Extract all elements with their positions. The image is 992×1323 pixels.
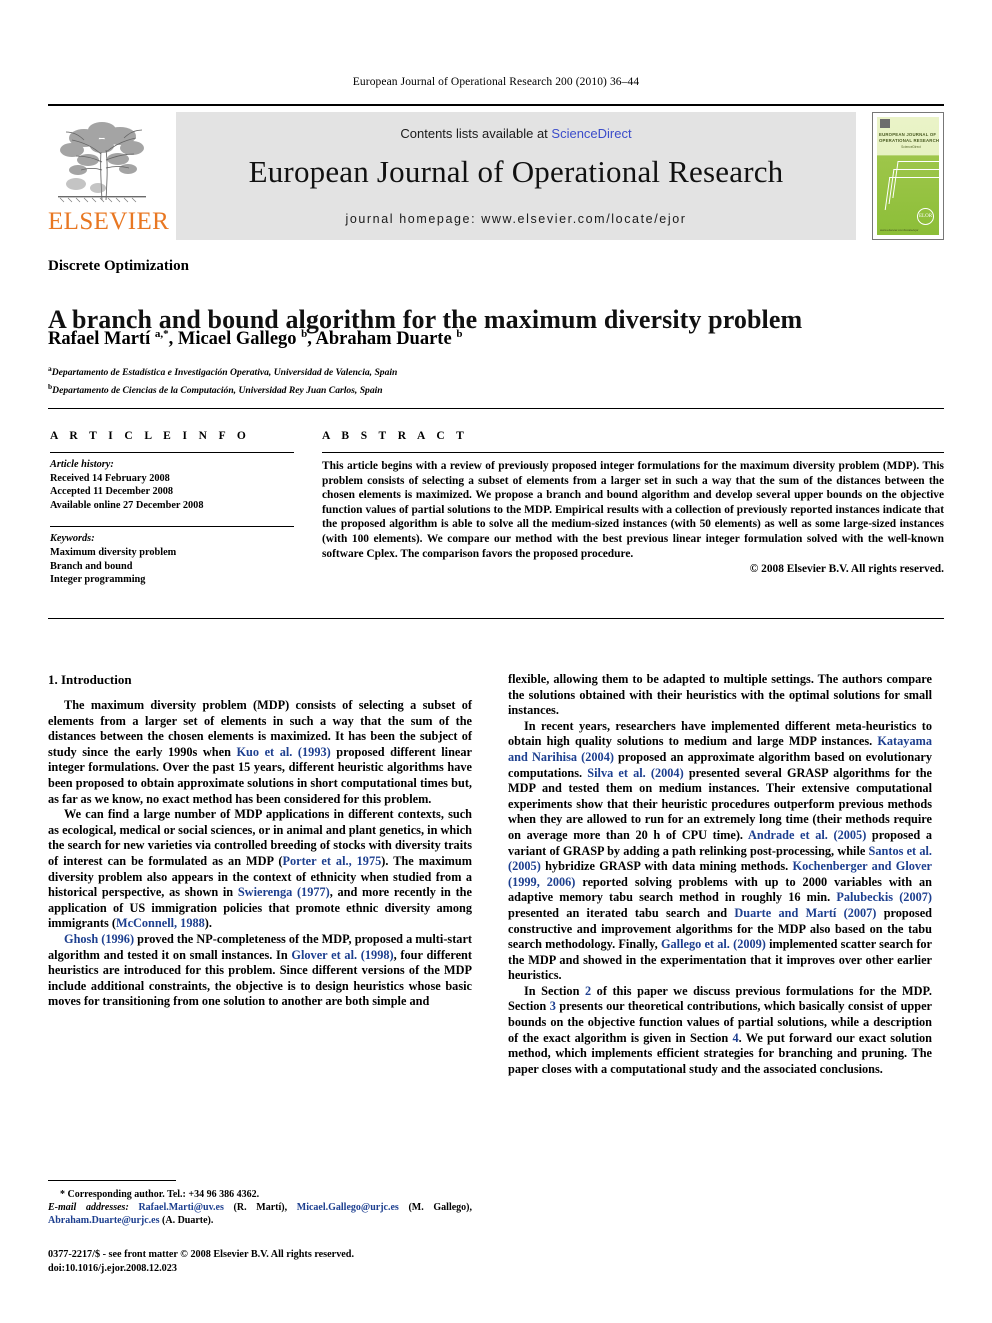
info-divider-top [48, 408, 944, 409]
body-paragraph: We can find a large number of MDP applic… [48, 807, 472, 931]
cover-subtitle: ScienceDirect [901, 145, 921, 149]
article-history-block: Article history: Received 14 February 20… [50, 453, 294, 512]
history-accepted: Accepted 11 December 2008 [50, 486, 174, 498]
masthead-banner: Contents lists available at ScienceDirec… [176, 112, 856, 240]
cover-url: www.elsevier.com/locate/ejor [880, 228, 919, 232]
cover-graphic-stripe-3 [884, 177, 939, 210]
contents-prefix: Contents lists available at [400, 126, 552, 141]
elsevier-tree-icon [54, 112, 150, 208]
footnote-block: * Corresponding author. Tel.: +34 96 386… [48, 1188, 472, 1228]
imprint-block: 0377-2217/$ - see front matter © 2008 El… [48, 1248, 508, 1275]
citation-link[interactable]: Glover et al. (1998) [291, 948, 393, 962]
body-paragraph: Ghosh (1996) proved the NP-completeness … [48, 931, 472, 1009]
citation-link[interactable]: 2 [585, 984, 591, 998]
cover-publisher-mark [880, 119, 890, 128]
citation-link[interactable]: Gallego et al. (2009) [661, 937, 766, 951]
footnote-divider [48, 1180, 176, 1181]
email-label: E-mail addresses: [48, 1202, 129, 1214]
right-paragraph-container: flexible, allowing them to be adapted to… [508, 672, 932, 1077]
cover-title-line1: EUROPEAN JOURNAL OF [879, 132, 937, 137]
body-column-right: flexible, allowing them to be adapted to… [508, 672, 932, 1077]
citation-link[interactable]: Porter et al., 1975 [282, 854, 381, 868]
author-list: Rafael Martí a,*, Micael Gallego b, Abra… [48, 328, 463, 350]
affiliation-item: aDepartamento de Estadística e Investiga… [48, 364, 398, 379]
contents-available-line: Contents lists available at ScienceDirec… [176, 126, 856, 141]
corresponding-author-note: * Corresponding author. Tel.: +34 96 386… [60, 1189, 260, 1200]
email-link[interactable]: Abraham.Duarte@urjc.es [48, 1215, 160, 1226]
cover-title-line2: OPERATIONAL RESEARCH [879, 138, 939, 143]
email-link[interactable]: Rafael.Marti@uv.es [138, 1202, 223, 1213]
citation-link[interactable]: McConnell, 1988 [116, 916, 205, 930]
body-paragraph: flexible, allowing them to be adapted to… [508, 672, 932, 718]
citation-link[interactable]: Duarte and Martí (2007) [734, 906, 876, 920]
citation-link[interactable]: 4 [732, 1031, 738, 1045]
paper-page: European Journal of Operational Research… [0, 0, 992, 1323]
running-head: European Journal of Operational Research… [352, 76, 640, 88]
body-paragraph: In Section 2 of this paper we discuss pr… [508, 983, 932, 1076]
left-paragraph-container: The maximum diversity problem (MDP) cons… [48, 698, 472, 1010]
doi-line[interactable]: doi:10.1016/j.ejor.2008.12.023 [48, 1262, 508, 1276]
citation-link[interactable]: Silva et al. (2004) [587, 766, 683, 780]
body-paragraph: The maximum diversity problem (MDP) cons… [48, 698, 472, 806]
keywords-label: Keywords: [50, 533, 95, 545]
citation-link[interactable]: Andrade et al. (2005) [748, 828, 866, 842]
keyword-item: Maximum diversity problem [50, 546, 177, 558]
history-received: Received 14 February 2008 [50, 472, 170, 484]
body-paragraph: In recent years, researchers have implem… [508, 718, 933, 983]
elsevier-logo: ELSEVIER [48, 112, 170, 240]
affiliation-item: bDepartamento de Ciencias de la Computac… [48, 381, 383, 396]
journal-title: European Journal of Operational Research [248, 154, 784, 189]
keywords-block: Keywords: Maximum diversity problem Bran… [50, 527, 294, 586]
affiliation-list: aDepartamento de Estadística e Investiga… [48, 362, 748, 397]
copyright-line: © 2008 Elsevier B.V. All rights reserved… [749, 563, 944, 576]
citation-link[interactable]: Ghosh (1996) [64, 932, 134, 946]
abstract-column: This article begins with a review of pre… [322, 452, 944, 575]
sciencedirect-link[interactable]: ScienceDirect [551, 126, 631, 141]
article-info-heading: A R T I C L E I N F O [50, 430, 251, 442]
issn-copyright-line: 0377-2217/$ - see front matter © 2008 El… [48, 1249, 355, 1260]
email-link[interactable]: Micael.Gallego@urjc.es [297, 1202, 399, 1213]
journal-homepage-line[interactable]: journal homepage: www.elsevier.com/locat… [176, 212, 856, 226]
keyword-item: Branch and bound [50, 560, 133, 572]
citation-link[interactable]: 3 [550, 999, 556, 1013]
email-addresses-note: E-mail addresses: Rafael.Marti@uv.es (R.… [48, 1202, 473, 1227]
article-info-column: Article history: Received 14 February 20… [50, 452, 294, 587]
journal-masthead: ELSEVIER Contents lists available at Sci… [48, 104, 944, 240]
abstract-text: This article begins with a review of pre… [322, 460, 944, 560]
info-divider-bottom [48, 618, 944, 619]
cover-seal-icon: ELOR [917, 208, 934, 225]
citation-link[interactable]: Katayama and Narihisa (2004) [508, 734, 932, 764]
citation-link[interactable]: Kuo et al. (1993) [236, 745, 330, 759]
history-available-online: Available online 27 December 2008 [50, 499, 204, 511]
citation-link[interactable]: Swierenga (1977) [238, 885, 330, 899]
citation-link[interactable]: Palubeckis (2007) [836, 890, 932, 904]
journal-section-label: Discrete Optimization [48, 258, 189, 274]
citation-link[interactable]: Kochenberger and Glover (1999, 2006) [508, 859, 932, 889]
keyword-item: Integer programming [50, 574, 146, 586]
abstract-heading: A B S T R A C T [322, 430, 469, 442]
elsevier-wordmark: ELSEVIER [48, 208, 170, 235]
journal-cover-thumbnail: EUROPEAN JOURNAL OF OPERATIONAL RESEARCH… [872, 112, 944, 240]
body-column-left: 1. Introduction The maximum diversity pr… [48, 672, 472, 1010]
section-heading-introduction: 1. Introduction [48, 672, 132, 687]
article-history-label: Article history: [50, 459, 114, 470]
